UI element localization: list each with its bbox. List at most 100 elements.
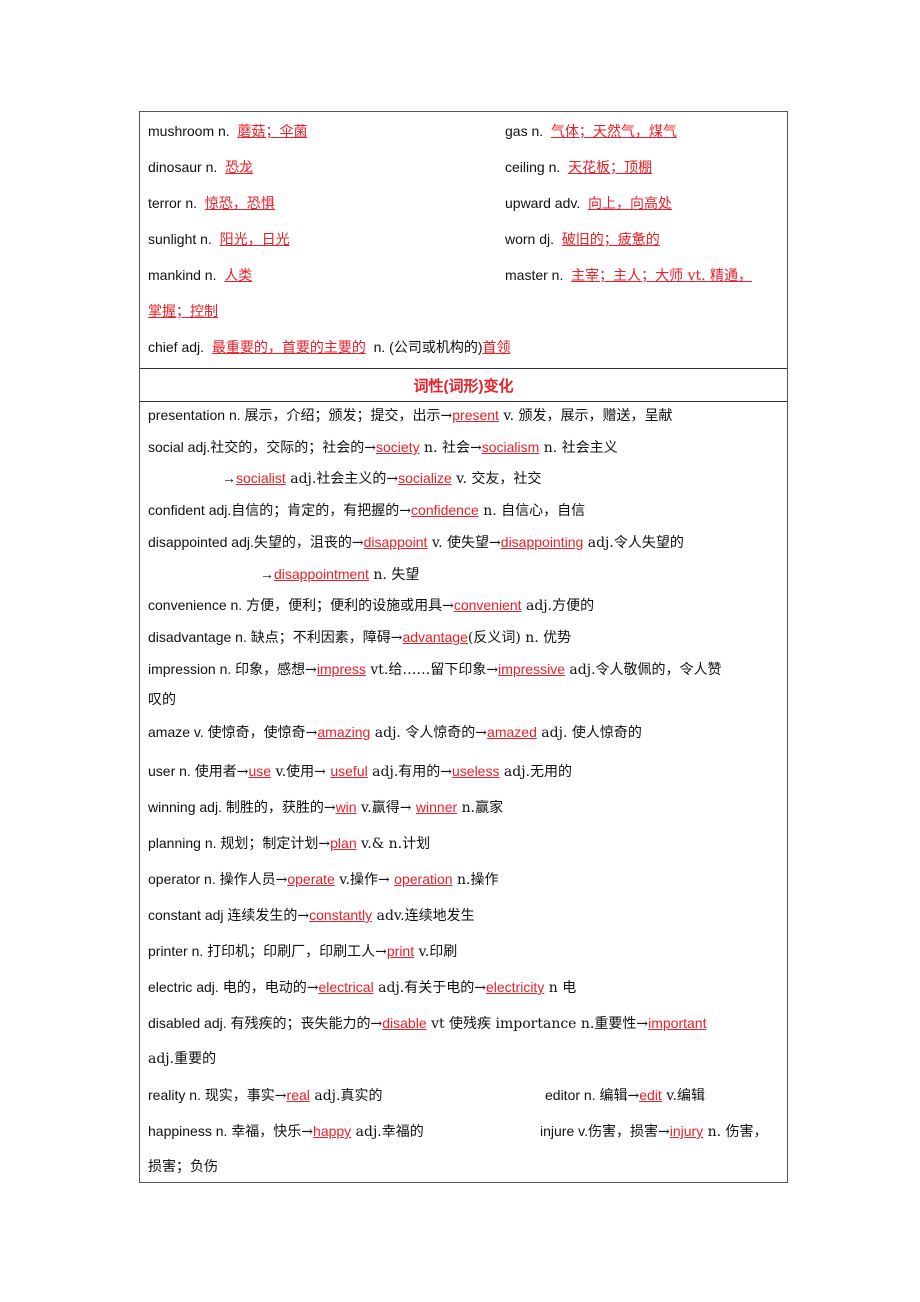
entry-text: 展示，介绍；颁发；提交，出示→ <box>244 408 453 424</box>
entry-text: adj.有用的→ <box>367 764 452 780</box>
entry-text: v.操作→ <box>334 872 395 888</box>
entry-text: n. 社会主义 <box>539 440 618 456</box>
word-form-entry: impression n. 印象，感想→impress vt.给……留下印象→i… <box>148 660 722 679</box>
entry-text: (反义词) n. 优势 <box>467 630 572 646</box>
derived-word: society <box>376 439 420 455</box>
derived-word: important <box>648 1015 707 1031</box>
entry-text: n.赢家 <box>457 800 504 816</box>
vocab-meaning: 最重要的，首要的主要的 <box>211 340 366 356</box>
vocab-meaning: 恐龙 <box>225 160 254 176</box>
entry-text: social adj. <box>148 439 211 455</box>
vocab-entry: upward adv. 向上，向高处 <box>505 194 672 213</box>
entry-text: electric adj. <box>148 979 223 995</box>
entry-text: disabled adj. <box>148 1015 231 1031</box>
derived-word: operation <box>394 871 453 887</box>
entry-text: constant adj <box>148 907 228 923</box>
word-form-entry: convenience n. 方便，便利；便利的设施或用具→convenient… <box>148 596 594 615</box>
entry-text: reality n. <box>148 1087 205 1103</box>
entry-text: presentation n. <box>148 407 245 423</box>
entry-text: adj.有关于电的→ <box>373 980 486 996</box>
entry-text: 印象，感想→ <box>235 662 317 678</box>
derived-word: disappoint <box>363 534 428 550</box>
entry-text: happiness n. <box>148 1123 232 1139</box>
entry-text: operator n. <box>148 871 220 887</box>
vocab-meaning: 天花板；顶棚 <box>568 160 653 176</box>
entry-text: n 电 <box>544 980 577 996</box>
vocab-entry: terror n. 惊恐，恐惧 <box>148 194 275 213</box>
entry-text: 操作人员→ <box>219 872 288 888</box>
vocab-entry: chief adj. 最重要的，首要的主要的 n. (公司或机构的)首领 <box>148 338 511 357</box>
vocab-word: gas n. <box>505 123 544 139</box>
entry-text: v. 交友，社交 <box>451 471 542 487</box>
derived-word: electrical <box>318 979 374 995</box>
vocab-word: mankind n. <box>148 267 217 283</box>
arrow: → <box>222 470 236 486</box>
derived-word: impress <box>316 661 366 677</box>
section-header-row: 词性(词形)变化 <box>140 368 787 402</box>
entry-text: v.使用→ <box>271 764 331 780</box>
word-form-entry-continuation: 损害；负伤 <box>148 1159 218 1175</box>
derived-word: convenient <box>453 597 522 613</box>
entry-text: 编辑→ <box>599 1088 640 1104</box>
entry-text: adj. 令人惊奇的→ <box>370 725 488 741</box>
derived-word: win <box>335 799 357 815</box>
derived-word: real <box>286 1087 310 1103</box>
derived-word: socialism <box>481 439 540 455</box>
derived-word: use <box>248 763 272 779</box>
vocab-word: upward adv. <box>505 195 581 211</box>
derived-word: amazed <box>487 724 537 740</box>
word-form-entry: happiness n. 幸福，快乐→happy adj.幸福的 <box>148 1122 424 1141</box>
vocab-entry: ceiling n. 天花板；顶棚 <box>505 158 652 177</box>
word-form-entry: constant adj 连续发生的→constantly adv.连续地发生 <box>148 906 475 925</box>
vocab-meaning: 首领 <box>482 340 511 356</box>
vocab-meaning: 蘑菇；伞菌 <box>237 124 308 140</box>
vocab-word: master n. <box>505 267 564 283</box>
word-form-entry-continuation: →socialist adj.社会主义的→socialize v. 交友，社交 <box>222 469 541 488</box>
entry-text: disappointed adj. <box>148 534 254 550</box>
entry-text: adj.社会主义的→ <box>285 471 399 487</box>
entry-text: v.印刷 <box>414 944 458 960</box>
entry-text: convenience n. <box>148 597 247 613</box>
derived-word: plan <box>330 835 357 851</box>
derived-word: confidence <box>411 502 479 518</box>
word-form-entry: user n. 使用者→use v.使用→ useful adj.有用的→use… <box>148 762 572 781</box>
word-form-entry: editor n. 编辑→edit v.编辑 <box>545 1086 705 1105</box>
section-header: 词性(词形)变化 <box>413 378 514 395</box>
vocab-word: ceiling n. <box>505 159 561 175</box>
entry-text: 有残疾的；丧失能力的→ <box>230 1016 383 1032</box>
derived-word: present <box>452 407 499 423</box>
vocab-entry: mushroom n. 蘑菇；伞菌 <box>148 122 307 141</box>
word-form-entry: social adj.社交的，交际的；社会的→society n. 社会→soc… <box>148 438 618 457</box>
entry-text: adj.无用的 <box>499 764 573 780</box>
word-form-entry: amaze v. 使惊奇，使惊奇→amazing adj. 令人惊奇的→amaz… <box>148 723 642 742</box>
derived-word: edit <box>639 1087 662 1103</box>
derived-word: socialize <box>398 470 452 486</box>
vocab-meaning: 人类 <box>224 268 253 284</box>
entry-text: confident adj. <box>148 502 232 518</box>
entry-text: 幸福，快乐→ <box>231 1124 314 1140</box>
entry-text: 失望的，沮丧的→ <box>253 535 364 551</box>
entry-text: 缺点；不利因素，障碍→ <box>250 630 403 646</box>
derived-word: socialist <box>236 470 286 486</box>
entry-text: vt.给……留下印象→ <box>365 662 499 678</box>
entry-text: v.编辑 <box>661 1088 705 1104</box>
vocab-extra: n. (公司或机构的) <box>373 339 483 355</box>
vocab-word: chief adj. <box>148 339 205 355</box>
entry-text: disadvantage n. <box>148 629 251 645</box>
word-form-entry: printer n. 打印机；印刷厂，印刷工人→print v.印刷 <box>148 942 457 961</box>
entry-text: 现实，事实→ <box>204 1088 287 1104</box>
derived-word: useful <box>330 763 368 779</box>
entry-text: n. 社会→ <box>419 440 482 456</box>
entry-text: vt 使残疾 importance n.重要性→ <box>426 1016 649 1032</box>
vocab-word: dinosaur n. <box>148 159 218 175</box>
vocab-meaning: 阳光，日光 <box>219 232 290 248</box>
word-form-entry-continuation: →disappointment n. 失望 <box>260 565 419 584</box>
derived-word: impressive <box>498 661 565 677</box>
word-form-entry-continuation: adj.重要的 <box>148 1051 217 1067</box>
vocabulary-table: mushroom n. 蘑菇；伞菌 gas n. 气体；天然气，煤气 dinos… <box>139 111 788 1183</box>
vocab-word: worn dj. <box>505 231 555 247</box>
derived-word: winner <box>415 799 458 815</box>
vocab-meaning: 惊恐，恐惧 <box>204 196 275 212</box>
derived-word: happy <box>313 1123 352 1139</box>
entry-text: 打印机；印刷厂，印刷工人→ <box>207 944 387 960</box>
